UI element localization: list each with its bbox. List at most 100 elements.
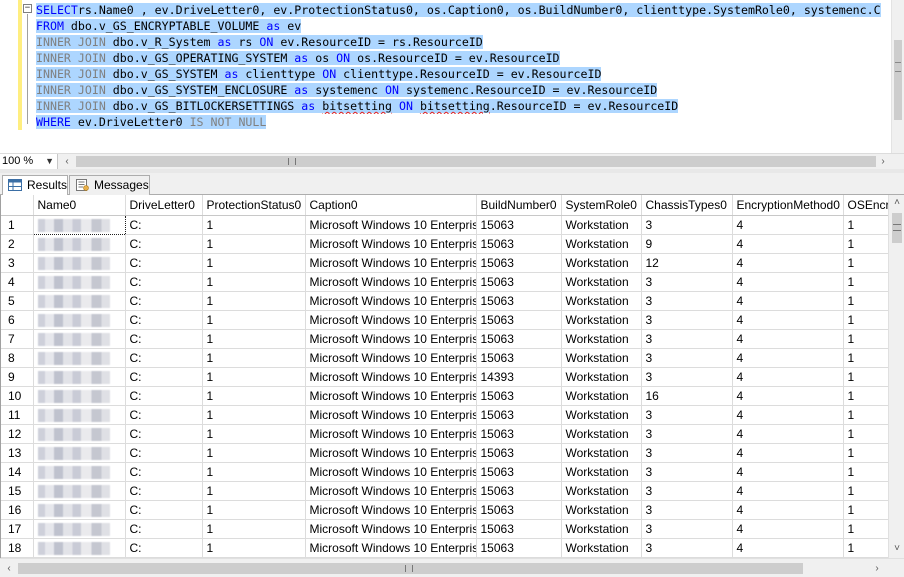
table-cell[interactable]: 1 [843,215,888,235]
code-line[interactable]: INNER JOIN dbo.v_GS_BITLOCKERSETTINGS as… [36,98,892,114]
table-cell[interactable]: Microsoft Windows 10 Enterprise [305,367,477,387]
row-number[interactable]: 12 [1,424,34,444]
table-cell[interactable]: C: [125,462,203,482]
table-cell[interactable]: 4 [732,424,844,444]
table-cell[interactable]: 4 [732,405,844,425]
row-number[interactable]: 3 [1,253,34,273]
row-number-header[interactable] [1,195,34,216]
table-cell[interactable]: 1 [202,538,306,558]
code-line[interactable]: SELECTrs.Name0 , ev.DriveLetter0, ev.Pro… [36,2,892,18]
table-cell[interactable] [33,443,126,463]
table-cell[interactable]: 15063 [476,348,562,368]
table-cell[interactable]: 15063 [476,253,562,273]
table-cell[interactable]: 15063 [476,272,562,292]
table-cell[interactable]: 4 [732,481,844,501]
column-header[interactable]: SystemRole0 [561,195,642,216]
results-grid[interactable]: Name0 DriveLetter0 ProtectionStatus0 Captio… [0,195,888,558]
table-cell[interactable]: Workstation [561,253,642,273]
table-cell[interactable]: Microsoft Windows 10 Enterprise [305,291,477,311]
table-cell[interactable]: Workstation [561,538,642,558]
table-cell[interactable]: Microsoft Windows 10 Enterprise [305,348,477,368]
table-cell[interactable]: 4 [732,234,844,254]
table-cell[interactable] [33,500,126,520]
table-cell[interactable] [33,348,126,368]
table-row[interactable]: 10 C: 1 Microsoft Windows 10 Enterprise 1506… [1,386,888,406]
table-row[interactable]: 7 C: 1 Microsoft Windows 10 Enterprise 15063… [1,329,888,349]
table-cell[interactable]: 1 [202,291,306,311]
table-cell[interactable]: Workstation [561,443,642,463]
table-cell[interactable]: 15063 [476,329,562,349]
code-line[interactable]: FROM dbo.v_GS_ENCRYPTABLE_VOLUME as ev [36,18,892,34]
table-cell[interactable]: Workstation [561,519,642,539]
table-cell[interactable]: Workstation [561,386,642,406]
table-cell[interactable]: 1 [202,424,306,444]
table-cell[interactable]: 1 [202,329,306,349]
table-cell[interactable]: 1 [202,234,306,254]
table-row[interactable]: 18 C: 1 Microsoft Windows 10 Enterprise 1506… [1,538,888,558]
table-cell[interactable]: 1 [202,386,306,406]
table-cell[interactable]: Workstation [561,272,642,292]
column-header[interactable]: BuildNumber0 [476,195,562,216]
table-row[interactable]: 6 C: 1 Microsoft Windows 10 Enterprise 15063… [1,310,888,330]
table-cell[interactable]: Microsoft Windows 10 Enterprise [305,215,477,235]
column-header[interactable]: Caption0 [305,195,477,216]
table-cell[interactable]: C: [125,538,203,558]
table-cell[interactable]: 1 [202,500,306,520]
table-cell[interactable] [33,367,126,387]
column-header[interactable]: EncryptionMethod0 [732,195,844,216]
table-row[interactable]: 1 C: 1 Microsoft Windows 10 Enterprise 15063… [1,214,888,235]
scroll-left-icon[interactable]: ‹ [2,561,16,576]
table-cell[interactable]: 4 [732,215,844,235]
row-number[interactable]: 17 [1,519,34,539]
row-number[interactable]: 1 [1,215,34,235]
table-cell[interactable]: Microsoft Windows 10 Enterprise [305,519,477,539]
table-cell[interactable]: Workstation [561,329,642,349]
table-cell[interactable]: 15063 [476,405,562,425]
table-row[interactable]: 11 C: 1 Microsoft Windows 10 Enterprise 1506… [1,405,888,425]
table-cell[interactable] [33,329,126,349]
table-cell[interactable]: Microsoft Windows 10 Enterprise [305,424,477,444]
table-cell[interactable]: 1 [843,405,888,425]
table-cell[interactable]: 15063 [476,500,562,520]
table-cell[interactable]: 1 [202,215,306,235]
table-row[interactable]: 2 C: 1 Microsoft Windows 10 Enterprise 15063… [1,234,888,254]
table-row[interactable]: 5 C: 1 Microsoft Windows 10 Enterprise 15063… [1,291,888,311]
table-cell[interactable]: 14393 [476,367,562,387]
table-row[interactable]: 4 C: 1 Microsoft Windows 10 Enterprise 15063… [1,272,888,292]
column-header[interactable]: Name0 [33,195,126,216]
row-number[interactable]: 18 [1,538,34,558]
table-cell[interactable]: 1 [843,443,888,463]
table-cell[interactable]: 4 [732,348,844,368]
table-cell[interactable]: 3 [641,424,733,444]
table-cell[interactable]: 3 [641,215,733,235]
row-number[interactable]: 13 [1,443,34,463]
table-cell[interactable]: Microsoft Windows 10 Enterprise [305,253,477,273]
table-cell[interactable]: Microsoft Windows 10 Enterprise [305,386,477,406]
row-number[interactable]: 16 [1,500,34,520]
code-line[interactable]: WHERE ev.DriveLetter0 IS NOT NULL [36,114,892,130]
table-cell[interactable]: 1 [202,462,306,482]
table-cell[interactable]: 12 [641,253,733,273]
table-cell[interactable]: Workstation [561,348,642,368]
table-cell[interactable]: 1 [843,253,888,273]
table-cell[interactable]: 1 [843,272,888,292]
zoom-select[interactable]: 100 % ▼ [0,154,58,169]
code-line[interactable]: INNER JOIN dbo.v_R_System as rs ON ev.Re… [36,34,892,50]
table-row[interactable]: 16 C: 1 Microsoft Windows 10 Enterprise 1506… [1,500,888,520]
scroll-right-icon[interactable]: › [876,154,890,169]
table-cell[interactable]: C: [125,253,203,273]
table-cell[interactable]: 3 [641,310,733,330]
table-cell[interactable]: 3 [641,500,733,520]
table-cell[interactable]: C: [125,481,203,501]
table-cell[interactable]: C: [125,519,203,539]
table-cell[interactable]: 1 [843,329,888,349]
scrollbar-thumb[interactable] [894,40,902,120]
table-cell[interactable]: Workstation [561,405,642,425]
code-line[interactable]: INNER JOIN dbo.v_GS_OPERATING_SYSTEM as … [36,50,892,66]
row-number[interactable]: 14 [1,462,34,482]
scrollbar-thumb[interactable] [76,156,876,167]
table-cell[interactable]: 3 [641,481,733,501]
table-cell[interactable]: 15063 [476,310,562,330]
table-cell[interactable]: 1 [202,519,306,539]
table-cell[interactable]: Workstation [561,367,642,387]
